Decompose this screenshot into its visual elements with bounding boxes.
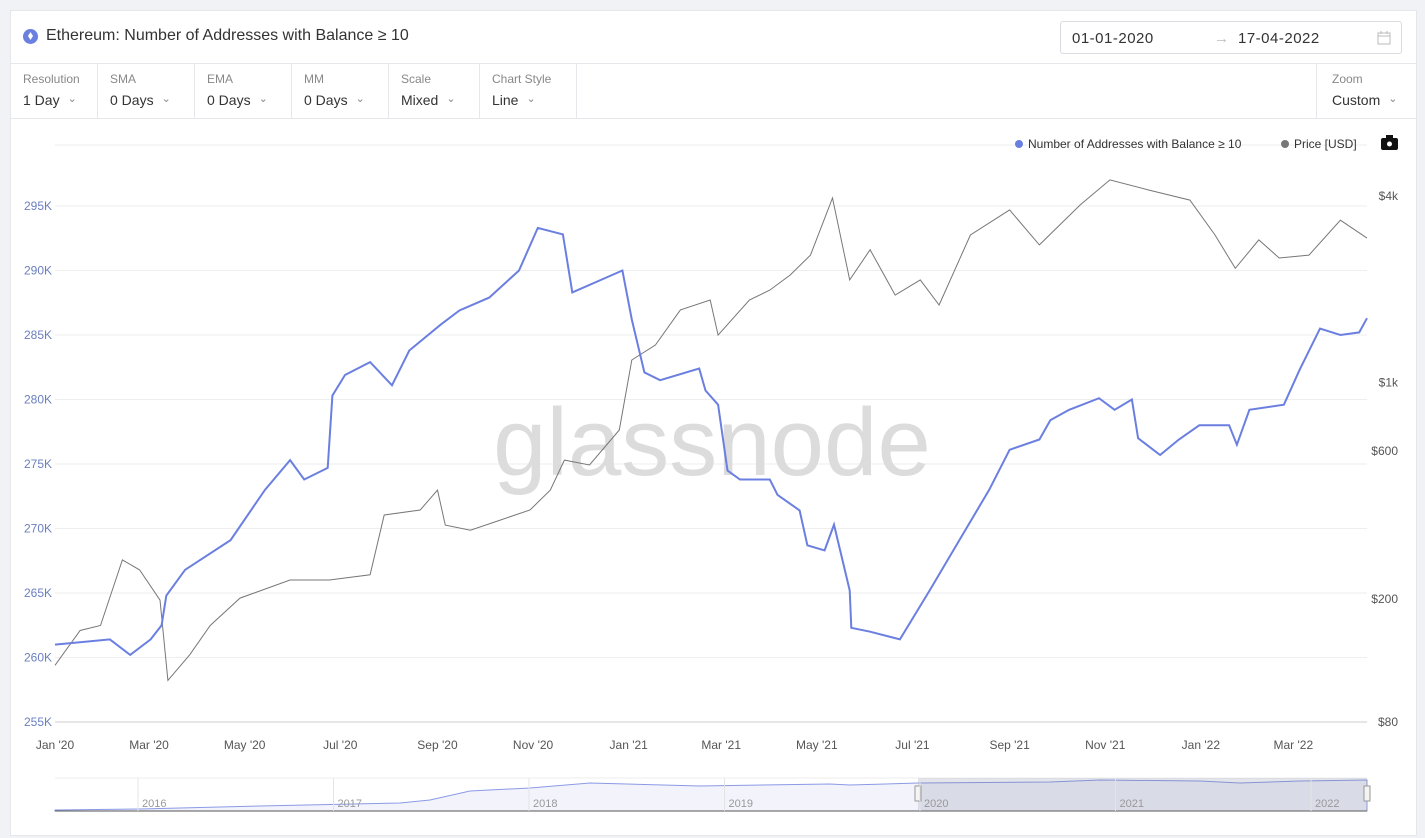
legend-item-addresses[interactable]: Number of Addresses with Balance ≥ 10 bbox=[1015, 137, 1242, 151]
x-tick-label: Mar '22 bbox=[1274, 738, 1314, 752]
x-tick-label: Jul '20 bbox=[323, 738, 358, 752]
x-tick-label: Sep '21 bbox=[989, 738, 1030, 752]
navigator-year-label: 2022 bbox=[1315, 798, 1339, 810]
navigator-year-label: 2019 bbox=[729, 798, 753, 810]
chart[interactable]: glassnode 295K 290K 285K 280K 275K 270K 265K 26… bbox=[0, 0, 1425, 838]
y-right-tick-label: $1k bbox=[1379, 375, 1399, 389]
x-tick-label: Mar '21 bbox=[701, 738, 741, 752]
y-left-tick-label: 280K bbox=[24, 393, 52, 407]
navigator-year-label: 2017 bbox=[338, 798, 362, 810]
navigator[interactable]: 2016 2017 2018 2019 2020 2021 2022 bbox=[54, 777, 1371, 812]
y-right-tick-label: $600 bbox=[1371, 444, 1398, 458]
x-tick-label: May '20 bbox=[224, 738, 266, 752]
legend: Number of Addresses with Balance ≥ 10 Pr… bbox=[1015, 137, 1357, 151]
y-left-tick-label: 275K bbox=[24, 457, 52, 471]
x-tick-label: Jan '22 bbox=[1182, 738, 1221, 752]
x-tick-label: Nov '21 bbox=[1085, 738, 1126, 752]
legend-item-price[interactable]: Price [USD] bbox=[1281, 137, 1357, 151]
y-right-tick-label: $4k bbox=[1379, 189, 1399, 203]
legend-label-price: Price [USD] bbox=[1294, 137, 1357, 151]
navigator-handle-right[interactable] bbox=[1363, 785, 1371, 802]
navigator-year-label: 2018 bbox=[533, 798, 557, 810]
y-right-tick-label: $80 bbox=[1378, 715, 1398, 729]
x-tick-label: Jan '20 bbox=[36, 738, 75, 752]
x-tick-label: Jan '21 bbox=[610, 738, 649, 752]
camera-icon[interactable] bbox=[1381, 135, 1398, 150]
y-right-tick-label: $200 bbox=[1371, 592, 1398, 606]
x-tick-label: May '21 bbox=[796, 738, 838, 752]
y-left-tick-label: 265K bbox=[24, 586, 52, 600]
watermark: glassnode bbox=[493, 389, 931, 496]
navigator-year-label: 2020 bbox=[924, 798, 948, 810]
y-left-tick-label: 270K bbox=[24, 522, 52, 536]
navigator-year-label: 2021 bbox=[1120, 798, 1144, 810]
legend-label-addresses: Number of Addresses with Balance ≥ 10 bbox=[1028, 137, 1242, 151]
y-left-tick-label: 260K bbox=[24, 651, 52, 665]
y-left-tick-label: 295K bbox=[24, 199, 52, 213]
y-left-tick-label: 290K bbox=[24, 264, 52, 278]
x-tick-label: Sep '20 bbox=[417, 738, 458, 752]
navigator-year-label: 2016 bbox=[142, 798, 166, 810]
x-tick-label: Mar '20 bbox=[129, 738, 169, 752]
x-tick-label: Nov '20 bbox=[513, 738, 554, 752]
y-left-tick-label: 285K bbox=[24, 328, 52, 342]
x-tick-label: Jul '21 bbox=[895, 738, 930, 752]
y-left-tick-label: 255K bbox=[24, 715, 52, 729]
